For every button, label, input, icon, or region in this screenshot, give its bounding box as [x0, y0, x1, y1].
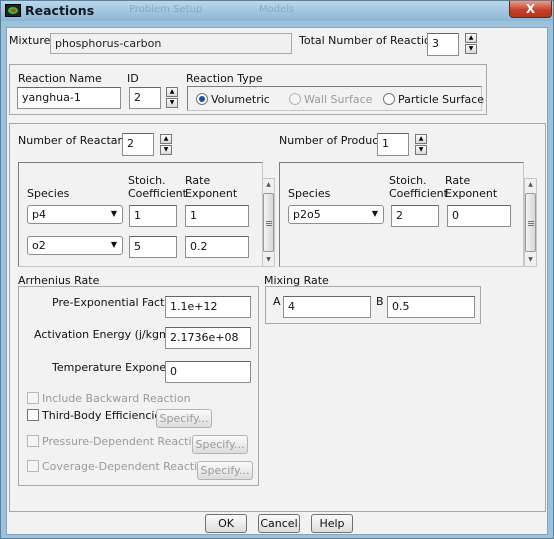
reactant-stoich-header: Stoich. Coefficient — [128, 174, 187, 200]
temp-exp-label: Temperature Exponent — [52, 361, 178, 374]
reactants-scrollbar[interactable]: ▲ ▼ — [262, 178, 275, 267]
title-bar[interactable]: Reactions Problem Setup Models X — [1, 1, 553, 21]
id-label: ID — [127, 72, 139, 85]
id-spinner[interactable]: ▲ ▼ — [166, 87, 178, 108]
mixing-b-input[interactable]: 0.5 — [387, 296, 475, 318]
include-backward-label: Include Backward Reaction — [42, 392, 191, 405]
fluent-app-icon — [5, 4, 21, 17]
chevron-down-icon: ▼ — [110, 240, 117, 249]
spin-up-icon[interactable]: ▲ — [415, 134, 427, 144]
reactant-species-value: p4 — [32, 208, 46, 221]
help-button[interactable]: Help — [311, 514, 353, 533]
product-species-header: Species — [288, 187, 331, 200]
volumetric-radio[interactable] — [196, 93, 208, 105]
spin-down-icon[interactable]: ▼ — [160, 145, 172, 155]
total-reactions-spinner[interactable]: ▲ ▼ — [465, 33, 477, 54]
id-input[interactable]: 2 — [129, 87, 161, 109]
reactants-count-input[interactable]: 2 — [122, 133, 154, 156]
reactant-species-value: o2 — [32, 239, 46, 252]
act-energy-label: Activation Energy (j/kgmol) — [34, 328, 184, 341]
chevron-down-icon: ▼ — [110, 209, 117, 218]
mixing-a-input[interactable]: 4 — [283, 296, 371, 318]
product-stoich-header: Stoich. Coefficient — [389, 174, 448, 200]
third-body-specify-button[interactable]: Specify... — [156, 409, 212, 428]
product-rate-input[interactable]: 0 — [447, 205, 511, 227]
reactants-count-spinner[interactable]: ▲ ▼ — [160, 134, 172, 155]
spin-up-icon[interactable]: ▲ — [465, 33, 477, 43]
dialog-body: Mixture phosphorus-carbon Total Number o… — [6, 27, 548, 535]
reactant-rate-header: Rate Exponent — [185, 174, 238, 200]
total-reactions-label: Total Number of Reactions — [299, 34, 444, 47]
reactant-rate-input[interactable]: 0.2 — [185, 236, 249, 258]
background-window-title: Problem Setup — [129, 4, 203, 15]
coverage-dependent-checkbox[interactable] — [27, 460, 39, 472]
act-energy-input[interactable]: 2.1736e+08 — [165, 327, 251, 349]
products-count-label: Number of Products — [279, 134, 389, 147]
volumetric-label: Volumetric — [211, 93, 270, 106]
spin-down-icon[interactable]: ▼ — [465, 44, 477, 54]
mixture-field: phosphorus-carbon — [50, 33, 292, 54]
scroll-down-icon[interactable]: ▼ — [525, 254, 536, 266]
reaction-name-input[interactable]: yanghua-1 — [17, 87, 121, 109]
background-window-title: Models — [259, 4, 295, 15]
scroll-down-icon[interactable]: ▼ — [263, 254, 274, 266]
pre-exp-input[interactable]: 1.1e+12 — [165, 296, 251, 318]
mixing-a-label: A — [273, 295, 281, 308]
pressure-dependent-label: Pressure-Dependent Reaction — [42, 435, 206, 448]
product-stoich-input[interactable]: 2 — [391, 205, 439, 227]
particle-surface-radio[interactable] — [383, 93, 395, 105]
reactions-dialog: Reactions Problem Setup Models X Mixture… — [0, 0, 554, 539]
third-body-checkbox[interactable] — [27, 409, 39, 421]
spin-up-icon[interactable]: ▲ — [160, 134, 172, 144]
reaction-name-label: Reaction Name — [18, 72, 102, 85]
reactant-species-select[interactable]: p4 ▼ — [27, 205, 123, 224]
reactant-stoich-input[interactable]: 5 — [129, 236, 177, 258]
pressure-dependent-specify-button[interactable]: Specify... — [192, 435, 248, 454]
particle-surface-label: Particle Surface — [398, 93, 485, 106]
reactant-rate-input[interactable]: 1 — [185, 205, 249, 227]
reaction-type-label: Reaction Type — [186, 72, 263, 85]
spin-down-icon[interactable]: ▼ — [166, 98, 178, 108]
products-count-input[interactable]: 1 — [377, 133, 409, 156]
wall-surface-label: Wall Surface — [304, 93, 373, 106]
spin-down-icon[interactable]: ▼ — [415, 145, 427, 155]
products-scrollbar[interactable]: ▲ ▼ — [524, 178, 537, 267]
coverage-dependent-specify-button[interactable]: Specify... — [197, 461, 253, 480]
mixture-label: Mixture — [9, 34, 51, 47]
total-reactions-input[interactable]: 3 — [427, 33, 459, 56]
wall-surface-radio[interactable] — [289, 93, 301, 105]
temp-exp-input[interactable]: 0 — [165, 361, 251, 383]
product-rate-header: Rate Exponent — [445, 174, 498, 200]
product-species-select[interactable]: p2o5 ▼ — [288, 205, 384, 224]
product-species-value: p2o5 — [293, 208, 321, 221]
scroll-up-icon[interactable]: ▲ — [263, 179, 274, 191]
reactants-count-label: Number of Reactants — [18, 134, 135, 147]
products-count-spinner[interactable]: ▲ ▼ — [415, 134, 427, 155]
close-button[interactable]: X — [509, 1, 552, 18]
reactant-species-select[interactable]: o2 ▼ — [27, 236, 123, 255]
mixing-b-label: B — [376, 295, 384, 308]
pressure-dependent-checkbox[interactable] — [27, 435, 39, 447]
include-backward-checkbox[interactable] — [27, 392, 39, 404]
chevron-down-icon: ▼ — [371, 209, 378, 218]
reactant-species-header: Species — [27, 187, 70, 200]
pre-exp-label: Pre-Exponential Factor — [52, 296, 176, 309]
window-title: Reactions — [25, 3, 95, 18]
ok-button[interactable]: OK — [205, 514, 247, 533]
coverage-dependent-label: Coverage-Dependent Reaction — [42, 460, 211, 473]
cancel-button[interactable]: Cancel — [258, 514, 300, 533]
spin-up-icon[interactable]: ▲ — [166, 87, 178, 97]
third-body-label: Third-Body Efficiencies — [42, 409, 167, 422]
reactant-stoich-input[interactable]: 1 — [129, 205, 177, 227]
scroll-thumb[interactable] — [525, 193, 536, 252]
scroll-thumb[interactable] — [263, 193, 274, 252]
scroll-up-icon[interactable]: ▲ — [525, 179, 536, 191]
